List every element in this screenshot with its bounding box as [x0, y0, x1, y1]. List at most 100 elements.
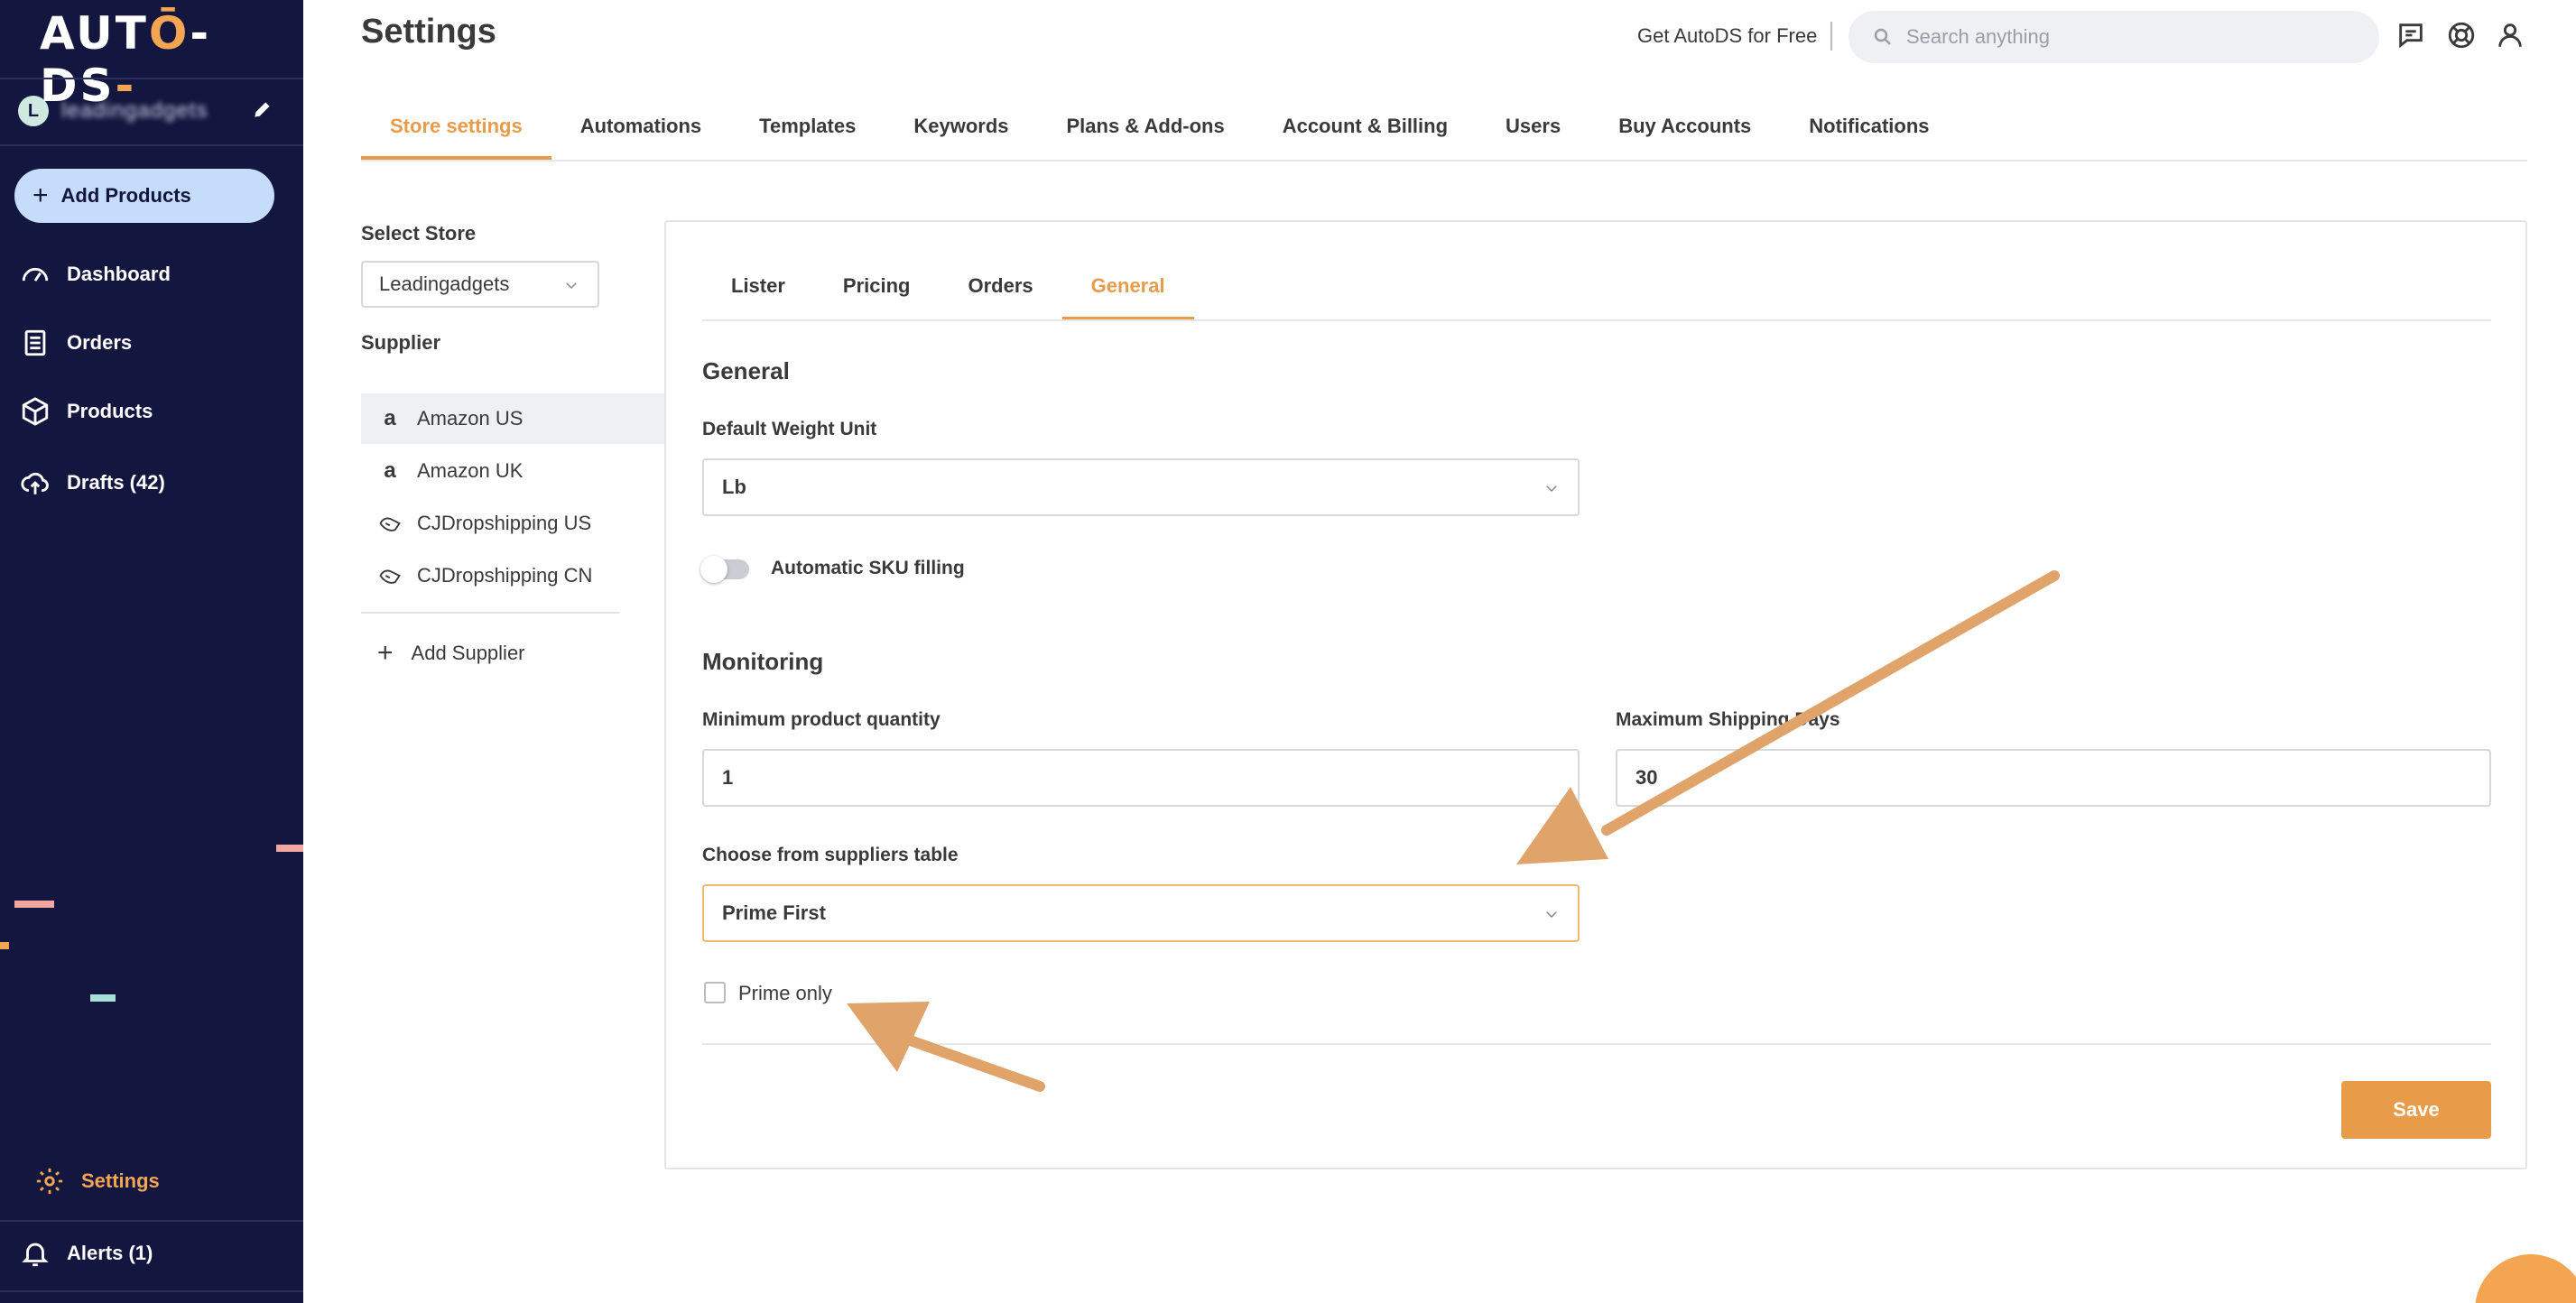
cjdropshipping-icon	[377, 563, 403, 588]
tab-automations[interactable]: Automations	[551, 114, 730, 161]
sidebar-item-label: Alerts (1)	[67, 1242, 153, 1264]
general-section-title: General	[702, 357, 790, 384]
supplier-label: Supplier	[361, 331, 441, 354]
amazon-icon: a	[384, 458, 396, 483]
sku-filling-label: Automatic SKU filling	[771, 558, 965, 578]
page-title: Settings	[361, 13, 496, 51]
save-button[interactable]: Save	[2341, 1081, 2491, 1139]
decoration	[0, 942, 9, 949]
help-icon[interactable]	[2446, 20, 2477, 51]
tab-pricing[interactable]: Pricing	[814, 273, 940, 321]
tab-store-settings[interactable]: Store settings	[361, 114, 551, 161]
max-shipping-days-value: 30	[1635, 766, 1658, 789]
chat-icon[interactable]	[2395, 20, 2426, 51]
min-quantity-input[interactable]: 1	[702, 749, 1580, 807]
bell-icon	[22, 1243, 49, 1267]
tab-orders[interactable]: Orders	[940, 273, 1062, 321]
weight-unit-value: Lb	[722, 476, 746, 498]
sidebar-item-label: Settings	[81, 1169, 160, 1192]
tabs-divider	[361, 160, 2527, 162]
tab-templates[interactable]: Templates	[730, 114, 885, 161]
gauge-icon	[22, 267, 49, 282]
settings-tabs: Store settings Automations Templates Key…	[361, 114, 1959, 161]
toggle-knob	[700, 556, 727, 583]
supplier-item-amazon-us[interactable]: a Amazon US	[361, 393, 664, 444]
decoration	[14, 901, 54, 908]
weight-unit-select[interactable]: Lb	[702, 458, 1580, 516]
sidebar-divider	[0, 144, 303, 146]
sidebar-item-drafts[interactable]: Drafts (42)	[20, 467, 165, 498]
supplier-name: CJDropshipping CN	[417, 564, 593, 587]
sku-filling-toggle[interactable]	[700, 556, 749, 583]
tab-lister[interactable]: Lister	[702, 273, 814, 321]
get-autods-link[interactable]: Get AutoDS for Free	[1637, 24, 1817, 48]
clipboard-icon	[24, 329, 46, 356]
chat-widget-button[interactable]	[2475, 1254, 2576, 1303]
sidebar: AUTŌ-DS- L leadingadgets + Add Products …	[0, 0, 303, 1303]
supplier-item-cjdropshipping-cn[interactable]: CJDropshipping CN	[361, 550, 664, 601]
cjdropshipping-icon	[377, 511, 403, 536]
add-products-label: Add Products	[60, 184, 191, 207]
sidebar-item-label: Products	[67, 400, 153, 422]
user-name: leadingadgets	[61, 98, 208, 123]
tab-buy-accounts[interactable]: Buy Accounts	[1589, 114, 1780, 161]
decoration	[276, 845, 303, 852]
supplier-item-amazon-uk[interactable]: a Amazon UK	[361, 446, 664, 496]
sidebar-item-alerts[interactable]: Alerts (1)	[20, 1238, 153, 1269]
store-select[interactable]: Leadingadgets	[361, 261, 599, 308]
user-icon[interactable]	[2495, 20, 2525, 51]
tab-plans-addons[interactable]: Plans & Add-ons	[1038, 114, 1254, 161]
sidebar-item-dashboard[interactable]: Dashboard	[20, 259, 171, 290]
search-bar[interactable]	[1849, 11, 2379, 63]
supplier-subtabs: Lister Pricing Orders General	[702, 273, 1194, 321]
sidebar-item-orders[interactable]: Orders	[20, 328, 132, 358]
sidebar-divider	[0, 1220, 303, 1222]
add-products-button[interactable]: + Add Products	[14, 169, 274, 223]
tab-general[interactable]: General	[1061, 273, 1194, 321]
min-quantity-value: 1	[722, 766, 734, 789]
max-shipping-days-label: Maximum Shipping Days	[1616, 709, 1840, 730]
prime-only-label: Prime only	[738, 982, 832, 1004]
pencil-icon[interactable]	[251, 97, 274, 121]
suppliers-table-select[interactable]: Prime First	[702, 884, 1580, 942]
max-shipping-days-input[interactable]: 30	[1616, 749, 2491, 807]
supplier-name: Amazon US	[417, 407, 524, 430]
plus-icon: +	[377, 638, 394, 668]
gear-icon	[36, 1168, 63, 1195]
sidebar-item-label: Dashboard	[67, 263, 171, 285]
subtabs-divider	[702, 319, 2491, 321]
prime-only-checkbox[interactable]	[704, 982, 726, 1003]
suppliers-table-value: Prime First	[722, 901, 826, 924]
search-icon	[1874, 28, 1891, 45]
tab-keywords[interactable]: Keywords	[885, 114, 1037, 161]
weight-unit-label: Default Weight Unit	[702, 419, 877, 439]
select-store-label: Select Store	[361, 222, 477, 245]
box-icon	[22, 397, 49, 426]
settings-card: Lister Pricing Orders General General De…	[664, 220, 2527, 1169]
tab-users[interactable]: Users	[1477, 114, 1589, 161]
sidebar-item-label: Orders	[67, 331, 133, 354]
supplier-name: CJDropshipping US	[417, 512, 592, 534]
suppliers-table-label: Choose from suppliers table	[702, 845, 959, 865]
card-divider	[702, 1043, 2491, 1045]
tab-notifications[interactable]: Notifications	[1780, 114, 1958, 161]
chevron-down-icon	[566, 282, 577, 290]
amazon-icon: a	[384, 406, 396, 430]
sidebar-item-label: Drafts (42)	[67, 471, 165, 494]
chevron-down-icon	[1546, 911, 1557, 919]
header-divider	[1830, 22, 1832, 51]
tab-account-billing[interactable]: Account & Billing	[1254, 114, 1477, 161]
chevron-down-icon	[1546, 485, 1557, 493]
user-row[interactable]: L leadingadgets	[18, 96, 208, 126]
add-supplier-button[interactable]: + Add Supplier	[377, 638, 525, 669]
supplier-item-cjdropshipping-us[interactable]: CJDropshipping US	[361, 498, 664, 549]
supplier-divider	[361, 612, 619, 614]
search-input[interactable]	[1906, 25, 2340, 49]
store-select-value: Leadingadgets	[379, 273, 510, 295]
min-quantity-label: Minimum product quantity	[702, 709, 941, 730]
sidebar-item-products[interactable]: Products	[20, 396, 153, 427]
sidebar-item-settings[interactable]: Settings	[34, 1166, 160, 1197]
decoration	[90, 994, 116, 1002]
plus-icon: +	[32, 180, 49, 210]
cloud-upload-icon	[21, 472, 49, 494]
